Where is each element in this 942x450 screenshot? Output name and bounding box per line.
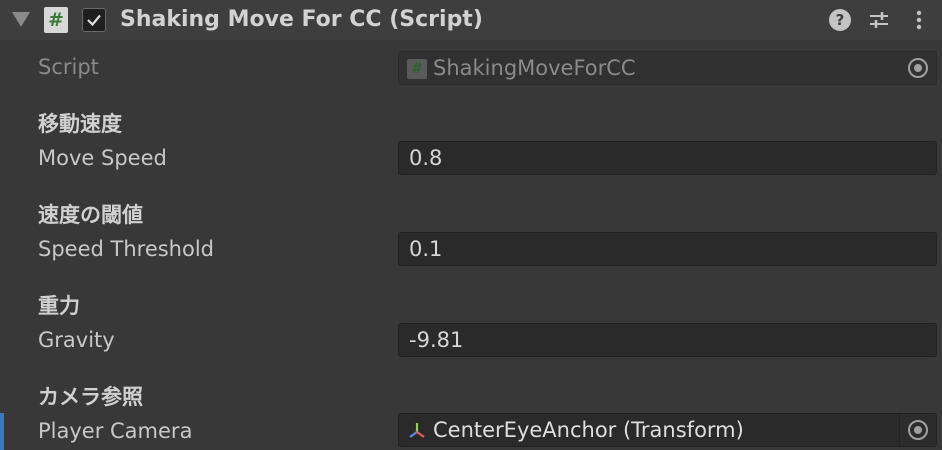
gravity-header: 重力 — [38, 294, 80, 318]
script-file-icon: # — [407, 59, 427, 79]
help-icon[interactable]: ? — [829, 9, 851, 31]
script-label: Script — [38, 55, 99, 79]
script-field: # ShakingMoveForCC — [398, 51, 937, 85]
speed-threshold-header: 速度の閾値 — [38, 203, 143, 227]
checkmark-icon — [87, 14, 101, 27]
object-picker-icon[interactable] — [899, 414, 936, 446]
move-speed-header: 移動速度 — [38, 112, 122, 136]
foldout-arrow-icon[interactable] — [12, 12, 30, 27]
gravity-input[interactable]: -9.81 — [398, 323, 937, 357]
presets-icon[interactable] — [868, 9, 890, 31]
player-camera-value: CenterEyeAnchor (Transform) — [433, 418, 744, 442]
enable-checkbox[interactable] — [82, 8, 106, 32]
kebab-menu-icon[interactable] — [908, 9, 930, 31]
gravity-value: -9.81 — [409, 328, 464, 352]
script-icon: # — [44, 7, 68, 33]
gravity-label: Gravity — [38, 328, 115, 352]
player-camera-header: カメラ参照 — [38, 385, 143, 409]
speed-threshold-value: 0.1 — [409, 237, 443, 261]
player-camera-field[interactable]: CenterEyeAnchor (Transform) — [398, 413, 937, 447]
move-speed-value: 0.8 — [409, 146, 443, 170]
move-speed-label: Move Speed — [38, 146, 167, 170]
component-header[interactable]: # Shaking Move For CC (Script) ? — [0, 0, 942, 40]
player-camera-label: Player Camera — [38, 419, 193, 443]
component-title: Shaking Move For CC (Script) — [120, 7, 483, 32]
move-speed-input[interactable]: 0.8 — [398, 141, 937, 175]
speed-threshold-label: Speed Threshold — [38, 237, 214, 261]
transform-icon — [409, 423, 425, 438]
selection-indicator — [0, 413, 4, 450]
speed-threshold-input[interactable]: 0.1 — [398, 232, 937, 266]
script-value: ShakingMoveForCC — [433, 56, 636, 80]
object-picker-icon[interactable] — [900, 52, 936, 84]
